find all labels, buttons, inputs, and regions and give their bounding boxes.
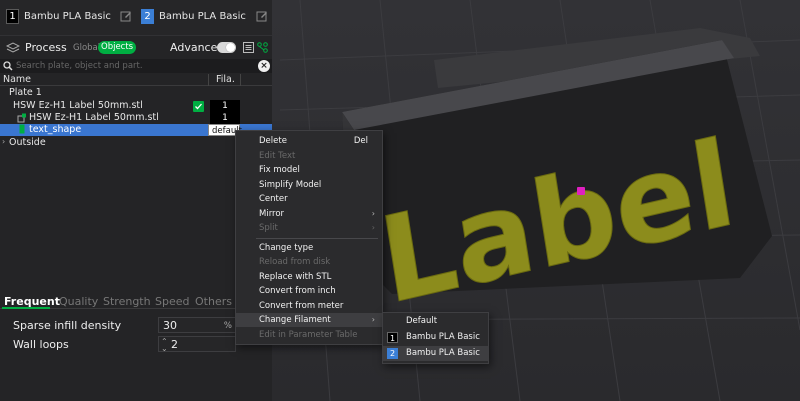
process-title: Process — [25, 41, 67, 54]
objects-toggle[interactable]: Objects — [98, 41, 137, 54]
tab-quality[interactable]: Quality — [59, 295, 98, 308]
filament-column-header[interactable]: Fila. — [216, 74, 235, 85]
param-wall-loops: Wall loops ⌃ ⌄ 2 — [0, 335, 272, 353]
name-column-header[interactable]: Name — [3, 74, 31, 85]
shortcut-label: Del — [353, 136, 368, 146]
context-menu: Delete Del Edit Text Fix model Simplify … — [235, 130, 383, 345]
settings-tabs: Frequent Quality Strength Speed Others — [0, 293, 272, 309]
param-value: 2 — [171, 338, 178, 351]
menu-item-split[interactable]: Split › — [236, 221, 382, 235]
text-shape-label: text_shape — [29, 124, 82, 135]
tree-row-part[interactable]: HSW Ez-H1 Label 50mm.stl 1 — [0, 112, 272, 124]
spin-arrows-icon[interactable]: ⌃ ⌄ — [161, 338, 168, 353]
tree-row-object[interactable]: HSW Ez-H1 Label 50mm.stl 1 — [0, 100, 272, 112]
filament-swatch: 2 — [387, 348, 398, 359]
edit-filament-icon[interactable] — [256, 10, 268, 22]
menu-item-mirror[interactable]: Mirror › — [236, 207, 382, 221]
menu-item-convert-from-meter[interactable]: Convert from meter — [236, 299, 382, 313]
expand-arrow-icon[interactable]: › — [2, 137, 5, 146]
submenu-arrow-icon: › — [371, 209, 375, 218]
filament-slot-2[interactable]: 2 Bambu PLA Basic — [141, 7, 246, 25]
outside-label: Outside — [9, 137, 46, 148]
menu-item-simplify-model[interactable]: Simplify Model — [236, 178, 382, 192]
part-icon — [17, 113, 26, 123]
change-filament-submenu: Default 1 Bambu PLA Basic 2 Bambu PLA Ba… — [382, 312, 489, 364]
menu-item-replace-with-stl[interactable]: Replace with STL — [236, 270, 382, 284]
menu-item-reload-from-disk[interactable]: Reload from disk — [236, 255, 382, 269]
search-icon — [3, 61, 13, 71]
text-shape-icon — [19, 124, 25, 134]
tab-speed[interactable]: Speed — [155, 295, 189, 308]
filament-name: Bambu PLA Basic — [159, 10, 246, 22]
menu-item-center[interactable]: Center — [236, 192, 382, 206]
submenu-item-filament-2[interactable]: 2 Bambu PLA Basic — [383, 346, 488, 361]
sparse-infill-density-input[interactable]: 30 % — [158, 317, 236, 333]
menu-item-convert-from-inch[interactable]: Convert from inch — [236, 284, 382, 298]
submenu-item-filament-1[interactable]: 1 Bambu PLA Basic — [383, 330, 488, 345]
compare-settings-icon[interactable] — [257, 42, 268, 53]
filament-row: 1 Bambu PLA Basic 2 Bambu PLA Basic — [0, 0, 272, 36]
search-input[interactable] — [16, 60, 252, 72]
param-label: Wall loops — [13, 338, 69, 351]
menu-item-edit-in-parameter-table[interactable]: Edit in Parameter Table — [236, 328, 382, 342]
tree-row-outside[interactable]: › Outside — [0, 137, 272, 149]
param-label: Sparse infill density — [13, 319, 122, 332]
process-header: Process Global Objects Advanced — [0, 38, 272, 58]
param-unit: % — [223, 321, 232, 331]
clear-search-icon[interactable]: × — [258, 60, 270, 72]
menu-item-change-type[interactable]: Change type — [236, 241, 382, 255]
process-layers-icon — [6, 42, 20, 53]
object-search-bar: × — [0, 59, 272, 73]
filament-swatch: 1 — [387, 332, 398, 343]
filament-number: 2 — [141, 8, 154, 24]
submenu-item-default[interactable]: Default — [383, 314, 488, 329]
menu-separator — [256, 238, 378, 239]
object-list-header: Name Fila. — [0, 74, 272, 86]
object-filament-cell[interactable]: 1 — [210, 100, 240, 112]
wall-loops-stepper[interactable]: ⌃ ⌄ 2 — [158, 336, 236, 353]
tab-others[interactable]: Others — [195, 295, 232, 308]
menu-item-edit-text[interactable]: Edit Text — [236, 149, 382, 163]
active-tab-indicator — [2, 307, 50, 309]
filament-name: Bambu PLA Basic — [24, 10, 111, 22]
plate-label: Plate 1 — [9, 87, 42, 98]
submenu-arrow-icon: › — [371, 315, 375, 324]
tree-row-text-shape[interactable]: text_shape default — [0, 124, 272, 136]
filament-slot-1[interactable]: 1 Bambu PLA Basic — [6, 7, 111, 25]
menu-item-delete[interactable]: Delete Del — [236, 134, 382, 148]
param-sparse-infill-density: Sparse infill density 30 % — [0, 316, 272, 334]
tree-row-plate[interactable]: Plate 1 — [0, 87, 272, 99]
part-label: HSW Ez-H1 Label 50mm.stl — [29, 112, 159, 123]
filament-number: 1 — [6, 8, 19, 24]
advanced-switch[interactable] — [217, 42, 236, 53]
tab-strength[interactable]: Strength — [103, 295, 151, 308]
part-filament-cell[interactable]: 1 — [210, 112, 240, 124]
menu-item-change-filament[interactable]: Change Filament › — [236, 313, 382, 327]
global-toggle[interactable]: Global — [73, 43, 100, 53]
printable-check-icon[interactable] — [193, 101, 204, 112]
part-center-marker — [577, 187, 585, 195]
menu-item-fix-model[interactable]: Fix model — [236, 163, 382, 177]
left-sidebar: 1 Bambu PLA Basic 2 Bambu PLA Basic Proc… — [0, 0, 272, 401]
param-value: 30 — [163, 319, 177, 332]
object-label: HSW Ez-H1 Label 50mm.stl — [13, 100, 143, 111]
edit-filament-icon[interactable] — [120, 10, 132, 22]
list-view-icon[interactable] — [243, 42, 254, 53]
submenu-arrow-icon: › — [371, 223, 375, 232]
